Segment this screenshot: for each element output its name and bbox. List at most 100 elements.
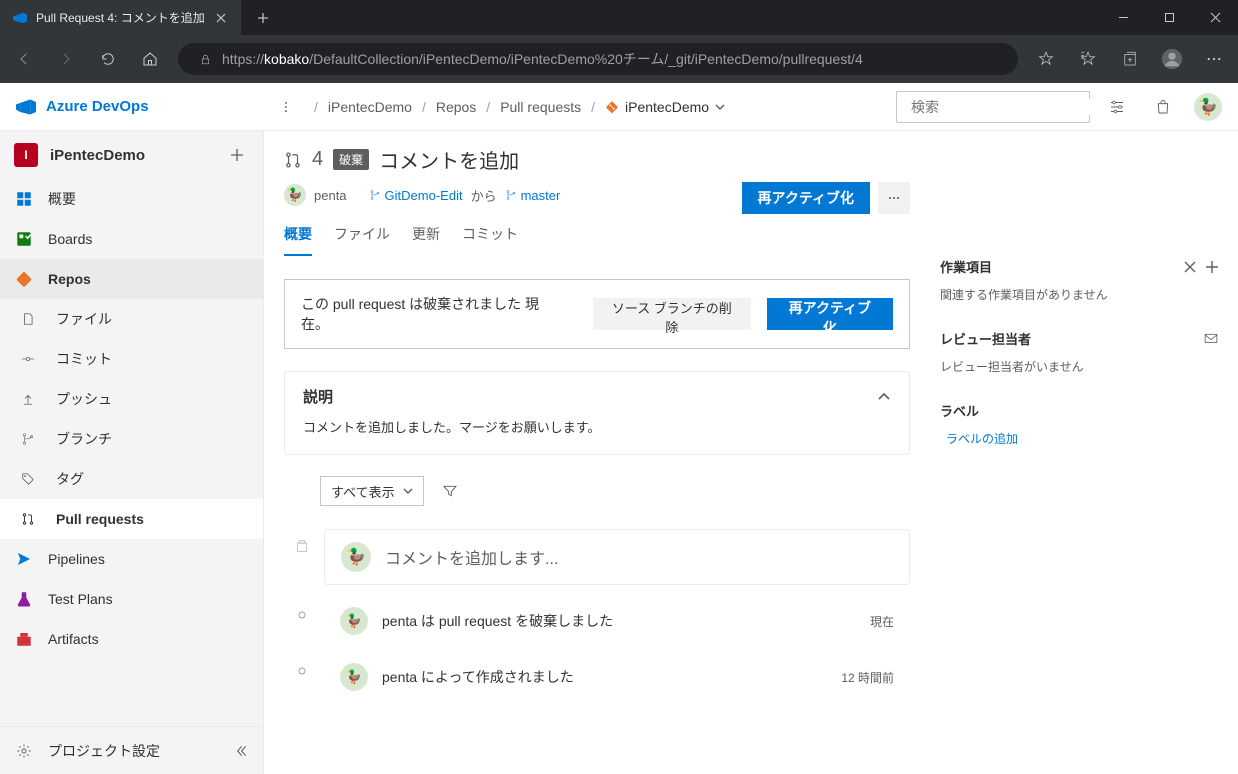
- crumb-sep: /: [591, 99, 595, 115]
- close-window-button[interactable]: [1192, 0, 1238, 35]
- more-actions-icon[interactable]: [878, 182, 910, 214]
- add-reviewer-icon[interactable]: [1204, 332, 1218, 346]
- collections-icon[interactable]: [1110, 40, 1150, 78]
- reviewers-head-label: レビュー担当者: [940, 329, 1031, 348]
- description-header[interactable]: 説明: [303, 386, 891, 407]
- target-branch[interactable]: master: [505, 188, 561, 203]
- refresh-button[interactable]: [88, 40, 128, 78]
- browser-titlebar: Pull Request 4: コメントを追加: [0, 0, 1238, 35]
- show-all-dropdown[interactable]: すべて表示: [320, 476, 424, 506]
- search-field[interactable]: [911, 99, 1092, 115]
- collapse-sidebar-icon[interactable]: [233, 743, 249, 759]
- source-branch[interactable]: GitDemo-Edit: [369, 188, 463, 203]
- tab-commits[interactable]: コミット: [462, 218, 518, 256]
- browser-tab[interactable]: Pull Request 4: コメントを追加: [0, 0, 241, 35]
- forward-button[interactable]: [46, 40, 86, 78]
- main-column: 4 破棄 コメントを追加 🦆 penta GitDemo-Edit から mas…: [284, 145, 910, 774]
- home-button[interactable]: [130, 40, 170, 78]
- sidebar-item-label: Test Plans: [48, 591, 113, 607]
- add-work-item-icon[interactable]: [1206, 261, 1218, 273]
- sidebar-item-overview[interactable]: 概要: [0, 179, 263, 219]
- content-area: 4 破棄 コメントを追加 🦆 penta GitDemo-Edit から mas…: [264, 131, 1238, 774]
- abandoned-banner: この pull request は破棄されました 現在。 ソース ブランチの削除…: [284, 279, 910, 349]
- sidebar-item-label: Boards: [48, 231, 92, 247]
- sidebar-item-branches[interactable]: ブランチ: [0, 419, 263, 459]
- activity-controls: すべて表示: [320, 475, 910, 507]
- crumb-repo-selector[interactable]: iPentecDemo: [605, 99, 725, 115]
- address-bar[interactable]: https://kobako/DefaultCollection/iPentec…: [178, 43, 1018, 75]
- labels-section: ラベル ラベルの追加: [940, 401, 1218, 447]
- favorite-star-icon[interactable]: [1026, 40, 1066, 78]
- profile-avatar-icon[interactable]: [1152, 40, 1192, 78]
- sidebar-item-label: ブランチ: [56, 429, 112, 449]
- back-button[interactable]: [4, 40, 44, 78]
- sidebar-item-tags[interactable]: タグ: [0, 459, 263, 499]
- header-actions: 🦆: [896, 91, 1230, 123]
- user-avatar[interactable]: 🦆: [1194, 93, 1222, 121]
- project-add-icon[interactable]: [225, 143, 249, 167]
- description-head-label: 説明: [303, 386, 333, 407]
- crumb-repos[interactable]: Repos: [436, 99, 476, 115]
- sidebar-item-pull-requests[interactable]: Pull requests: [0, 499, 263, 539]
- add-label-link[interactable]: ラベルの追加: [946, 432, 1018, 446]
- tab-overview[interactable]: 概要: [284, 218, 312, 256]
- right-column: 作業項目 関連する作業項目がありません レビュー担当者 レビュー担当者がいません: [940, 145, 1218, 774]
- sidebar-item-test-plans[interactable]: Test Plans: [0, 579, 263, 619]
- lock-icon: [188, 53, 222, 66]
- more-menu-icon[interactable]: [1194, 40, 1234, 78]
- crumb-sep: /: [486, 99, 490, 115]
- delete-source-branch-button[interactable]: ソース ブランチの削除: [593, 298, 751, 330]
- sidebar-project[interactable]: I iPentecDemo: [0, 131, 263, 179]
- tab-updates[interactable]: 更新: [412, 218, 440, 256]
- sidebar-item-label: Pull requests: [56, 511, 144, 527]
- status-badge: 破棄: [333, 149, 369, 170]
- pr-top-actions: 再アクティブ化: [742, 182, 910, 214]
- window-controls: [1100, 0, 1238, 35]
- new-tab-button[interactable]: [249, 4, 277, 32]
- chevron-up-icon[interactable]: [877, 390, 891, 404]
- pipelines-icon: [14, 549, 34, 569]
- sidebar-item-commits[interactable]: コミット: [0, 339, 263, 379]
- azure-devops-brand[interactable]: Azure DevOps: [16, 97, 264, 117]
- crumb-sep: /: [314, 99, 318, 115]
- close-icon[interactable]: [1184, 261, 1196, 273]
- tab-files[interactable]: ファイル: [334, 218, 390, 256]
- files-icon: [18, 309, 38, 329]
- shopping-bag-icon[interactable]: [1144, 91, 1182, 123]
- boards-icon: [14, 229, 34, 249]
- pr-number: 4: [312, 148, 323, 171]
- activity-text: penta は pull request を破棄しました: [382, 611, 613, 631]
- description-card: 説明 コメントを追加しました。マージをお願いします。: [284, 371, 910, 455]
- sidebar-item-label: Pipelines: [48, 551, 105, 567]
- tab-close-icon[interactable]: [213, 10, 229, 26]
- comment-input-card[interactable]: 🦆 コメントを追加します...: [324, 529, 910, 585]
- settings-icon[interactable]: [1098, 91, 1136, 123]
- minimize-button[interactable]: [1100, 0, 1146, 35]
- tags-icon: [18, 469, 38, 489]
- sidebar-item-boards[interactable]: Boards: [0, 219, 263, 259]
- filter-icon[interactable]: [434, 475, 466, 507]
- maximize-button[interactable]: [1146, 0, 1192, 35]
- test-plans-icon: [14, 589, 34, 609]
- comment-placeholder: コメントを追加します...: [385, 545, 558, 569]
- header-more-icon[interactable]: [276, 91, 296, 123]
- reviewers-empty: レビュー担当者がいません: [940, 358, 1218, 375]
- pull-requests-icon: [18, 509, 38, 529]
- brand-label: Azure DevOps: [46, 98, 149, 115]
- sidebar-item-repos[interactable]: Repos: [0, 259, 263, 299]
- app-header: Azure DevOps / iPentecDemo / Repos / Pul…: [0, 83, 1238, 131]
- sidebar-item-pipelines[interactable]: Pipelines: [0, 539, 263, 579]
- favorites-list-icon[interactable]: [1068, 40, 1108, 78]
- sidebar-item-artifacts[interactable]: Artifacts: [0, 619, 263, 659]
- sidebar-item-pushes[interactable]: プッシュ: [0, 379, 263, 419]
- search-input[interactable]: [896, 91, 1090, 123]
- sidebar-item-files[interactable]: ファイル: [0, 299, 263, 339]
- sidebar-project-settings[interactable]: プロジェクト設定: [0, 726, 263, 774]
- reactivate-button-banner[interactable]: 再アクティブ化: [767, 298, 893, 330]
- reactivate-button-top[interactable]: 再アクティブ化: [742, 182, 870, 214]
- url-host: kobako: [264, 51, 309, 67]
- crumb-pull-requests[interactable]: Pull requests: [500, 99, 581, 115]
- repos-icon: [14, 269, 34, 289]
- url-prefix: https://: [222, 51, 264, 67]
- crumb-project[interactable]: iPentecDemo: [328, 99, 412, 115]
